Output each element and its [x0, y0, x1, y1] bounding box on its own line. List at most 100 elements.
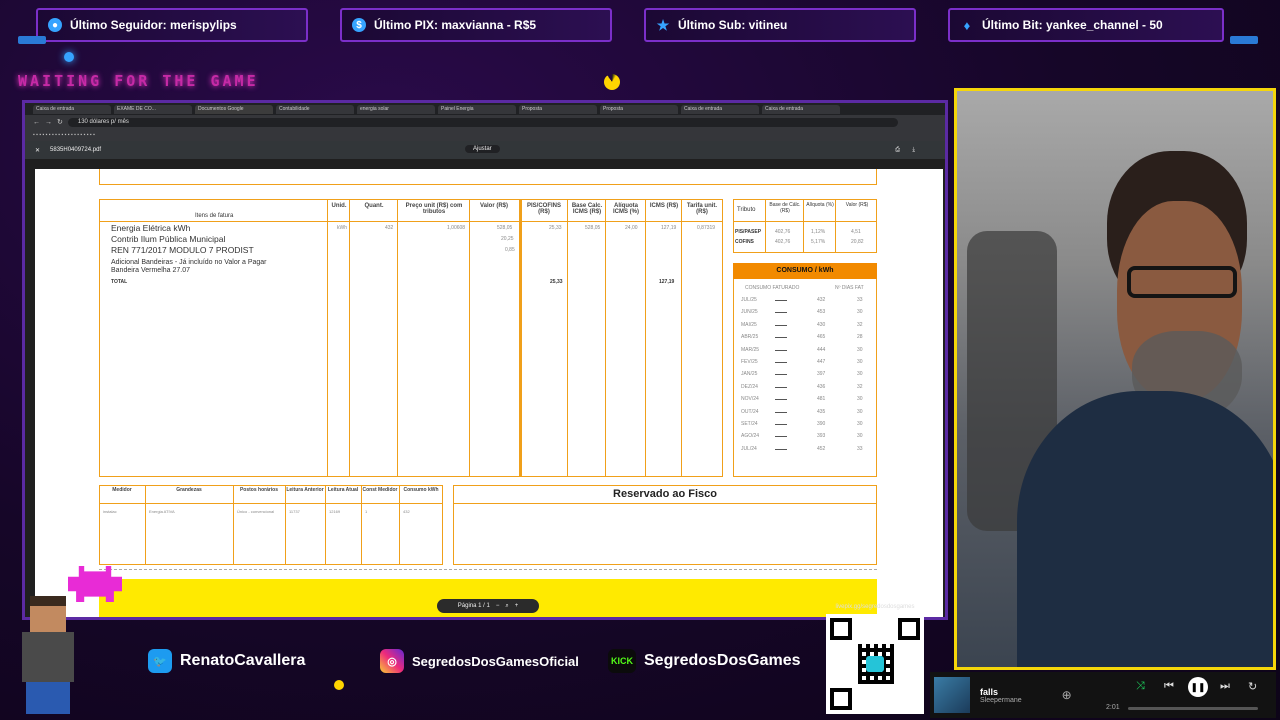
trib-pis-valor: 4,51	[851, 229, 861, 235]
consumo-bar	[775, 337, 787, 339]
alert-bit-text: Último Bit: yankee_channel - 50	[982, 18, 1163, 32]
val-valor3: 0,85	[505, 247, 515, 253]
pdf-page: Itens de fatura Unid. Quant. Preço unit …	[35, 169, 943, 617]
consumo-bar	[775, 436, 787, 438]
waiting-banner: WAITING FOR THE GAME	[18, 72, 259, 90]
consumo-days: 32	[857, 383, 863, 390]
consumo-month: DEZ/24	[741, 383, 758, 390]
consumo-bar	[775, 324, 787, 326]
consumo-value: 435	[817, 408, 826, 415]
consumo-month: MAR/25	[741, 346, 760, 353]
browser-tab[interactable]: EXAME DE CO...	[114, 104, 192, 114]
trib-cofins-aliq: 5,17%	[811, 239, 826, 245]
repeat-icon[interactable]: ↻	[1248, 680, 1257, 693]
zoom-out-icon[interactable]: −	[496, 603, 500, 609]
fisco-title: Reservado ao Fisco	[613, 488, 717, 500]
browser-tab[interactable]: energia solar	[357, 104, 435, 114]
pause-button[interactable]: ❚❚	[1188, 677, 1208, 697]
forward-icon[interactable]: →	[45, 119, 52, 126]
browser-tab[interactable]: Painel Energia	[438, 104, 516, 114]
consumo-value: 432	[817, 297, 826, 303]
total-label: TOTAL	[111, 279, 128, 285]
trib-cofins-valor: 20,82	[851, 239, 864, 245]
medidor-divider	[325, 485, 326, 565]
shuffle-icon[interactable]: ⤨	[1136, 680, 1145, 693]
items-header: Itens de fatura	[195, 213, 234, 219]
browser-tab[interactable]: Proposta	[519, 104, 597, 114]
consumo-days: 30	[857, 421, 863, 427]
next-icon[interactable]: ⏭	[1220, 680, 1230, 693]
add-icon[interactable]: ⊕	[1062, 688, 1072, 702]
consumo-days: 30	[857, 346, 863, 353]
browser-tab[interactable]: Caixa de entrada	[681, 104, 759, 114]
consumo-bar	[775, 312, 787, 314]
consumo-col-1: Nº DIAS FAT	[835, 285, 864, 291]
item-energia: Energia Elétrica kWh	[111, 223, 191, 233]
zoom-select[interactable]: Ajustar	[465, 145, 500, 153]
consumo-value: 447	[817, 359, 826, 365]
alert-sub-text: Último Sub: vitineu	[678, 18, 788, 32]
val-base: 528,05	[585, 225, 601, 231]
download-icon[interactable]: ⤓	[912, 147, 915, 154]
col-quant: Quant.	[364, 203, 384, 209]
album-art	[934, 677, 970, 713]
item-ren: REN 771/2017 MODULO 7 PRODIST	[111, 245, 254, 255]
browser-tab[interactable]: Caixa de entrada	[762, 104, 840, 114]
back-icon[interactable]: ←	[33, 119, 40, 126]
consumo-days: 32	[857, 321, 863, 328]
bookmark-item[interactable]: ▪ ▪ ▪ ▪ ▪ ▪ ▪ ▪ ▪ ▪ ▪ ▪ ▪ ▪ ▪ ▪ ▪ ▪ ▪ ▪	[33, 132, 95, 138]
consumo-days: 30	[857, 309, 863, 316]
close-icon[interactable]: ✕	[35, 147, 40, 154]
reload-icon[interactable]: ↻	[57, 118, 63, 126]
col-aliq: Alíquota ICMS (%)	[613, 203, 639, 215]
social-twitter-name: RenatoCavallera	[180, 652, 306, 669]
consumo-days: 33	[857, 445, 863, 452]
col-tarifa: Tarifa unit. (R$)	[686, 203, 718, 215]
pdf-toolbar: ✕ 5835H0409724.pdf Ajustar ⤓ ⎙	[25, 141, 945, 159]
progress-bar[interactable]	[1128, 707, 1258, 710]
trib-head-1: Base de Cálc. (R$)	[769, 202, 801, 214]
cut-line	[99, 569, 877, 570]
consumo-value: 390	[817, 421, 826, 427]
consumo-days: 30	[857, 408, 863, 415]
val-unid: kWh	[337, 225, 347, 231]
previous-icon[interactable]: ⏮	[1164, 680, 1174, 693]
consumo-month: JUL/24	[741, 445, 757, 452]
col-valor: Valor (R$)	[479, 203, 508, 209]
url-input[interactable]: 130 dólares p/ mês	[67, 117, 898, 127]
dollar-icon: $	[352, 18, 366, 32]
search-icon[interactable]: ⌕	[505, 603, 508, 610]
alert-follower: ● Último Seguidor: merispylips	[36, 8, 308, 42]
browser-tab[interactable]: Proposta	[600, 104, 678, 114]
medidor-cell: Energia ATIVA	[149, 509, 175, 514]
browser-tab[interactable]: Contabilidade	[276, 104, 354, 114]
social-kick: KICK SegredosDosGames	[608, 646, 801, 676]
browser-tab[interactable]: Documentos Google	[195, 104, 273, 114]
consumo-month: MAI/25	[741, 321, 757, 328]
consumo-bar	[775, 448, 787, 450]
browser-tabs: Caixa de entrada EXAME DE CO... Document…	[25, 103, 945, 115]
alert-pix-text: Último PIX: maxvianna - R$5	[374, 18, 537, 32]
star-icon: ★	[656, 16, 670, 33]
medidor-cell: Único - convencional	[237, 509, 275, 514]
medidor-divider	[285, 485, 286, 565]
consumo-days: 30	[857, 433, 863, 440]
consumo-days: 30	[857, 359, 863, 365]
bookmarks-bar: ▪ ▪ ▪ ▪ ▪ ▪ ▪ ▪ ▪ ▪ ▪ ▪ ▪ ▪ ▪ ▪ ▪ ▪ ▪ ▪	[25, 129, 945, 141]
page-navigator[interactable]: Página 1 / 1 − ⌕ +	[437, 599, 539, 613]
print-icon[interactable]: ⎙	[895, 147, 900, 154]
zoom-in-icon[interactable]: +	[515, 603, 519, 609]
trib-head-0: Tributo	[737, 207, 756, 213]
browser-tab[interactable]: Caixa de entrada	[33, 104, 111, 114]
col-preco: Preço unit (R$) com tributos	[405, 203, 463, 215]
val-valor2: 20,25	[501, 236, 514, 242]
alert-bit: ♦ Último Bit: yankee_channel - 50	[948, 8, 1224, 42]
medidor-head: Postos horários	[239, 487, 279, 493]
consumo-value: 481	[817, 396, 826, 403]
consumo-bar	[775, 362, 787, 363]
consumo-bar	[775, 300, 787, 301]
pacman-icon	[604, 74, 620, 90]
medidor-divider	[145, 485, 146, 565]
total-pis: 25,33	[550, 279, 563, 285]
medidor-head: Const Medidor	[362, 487, 398, 493]
